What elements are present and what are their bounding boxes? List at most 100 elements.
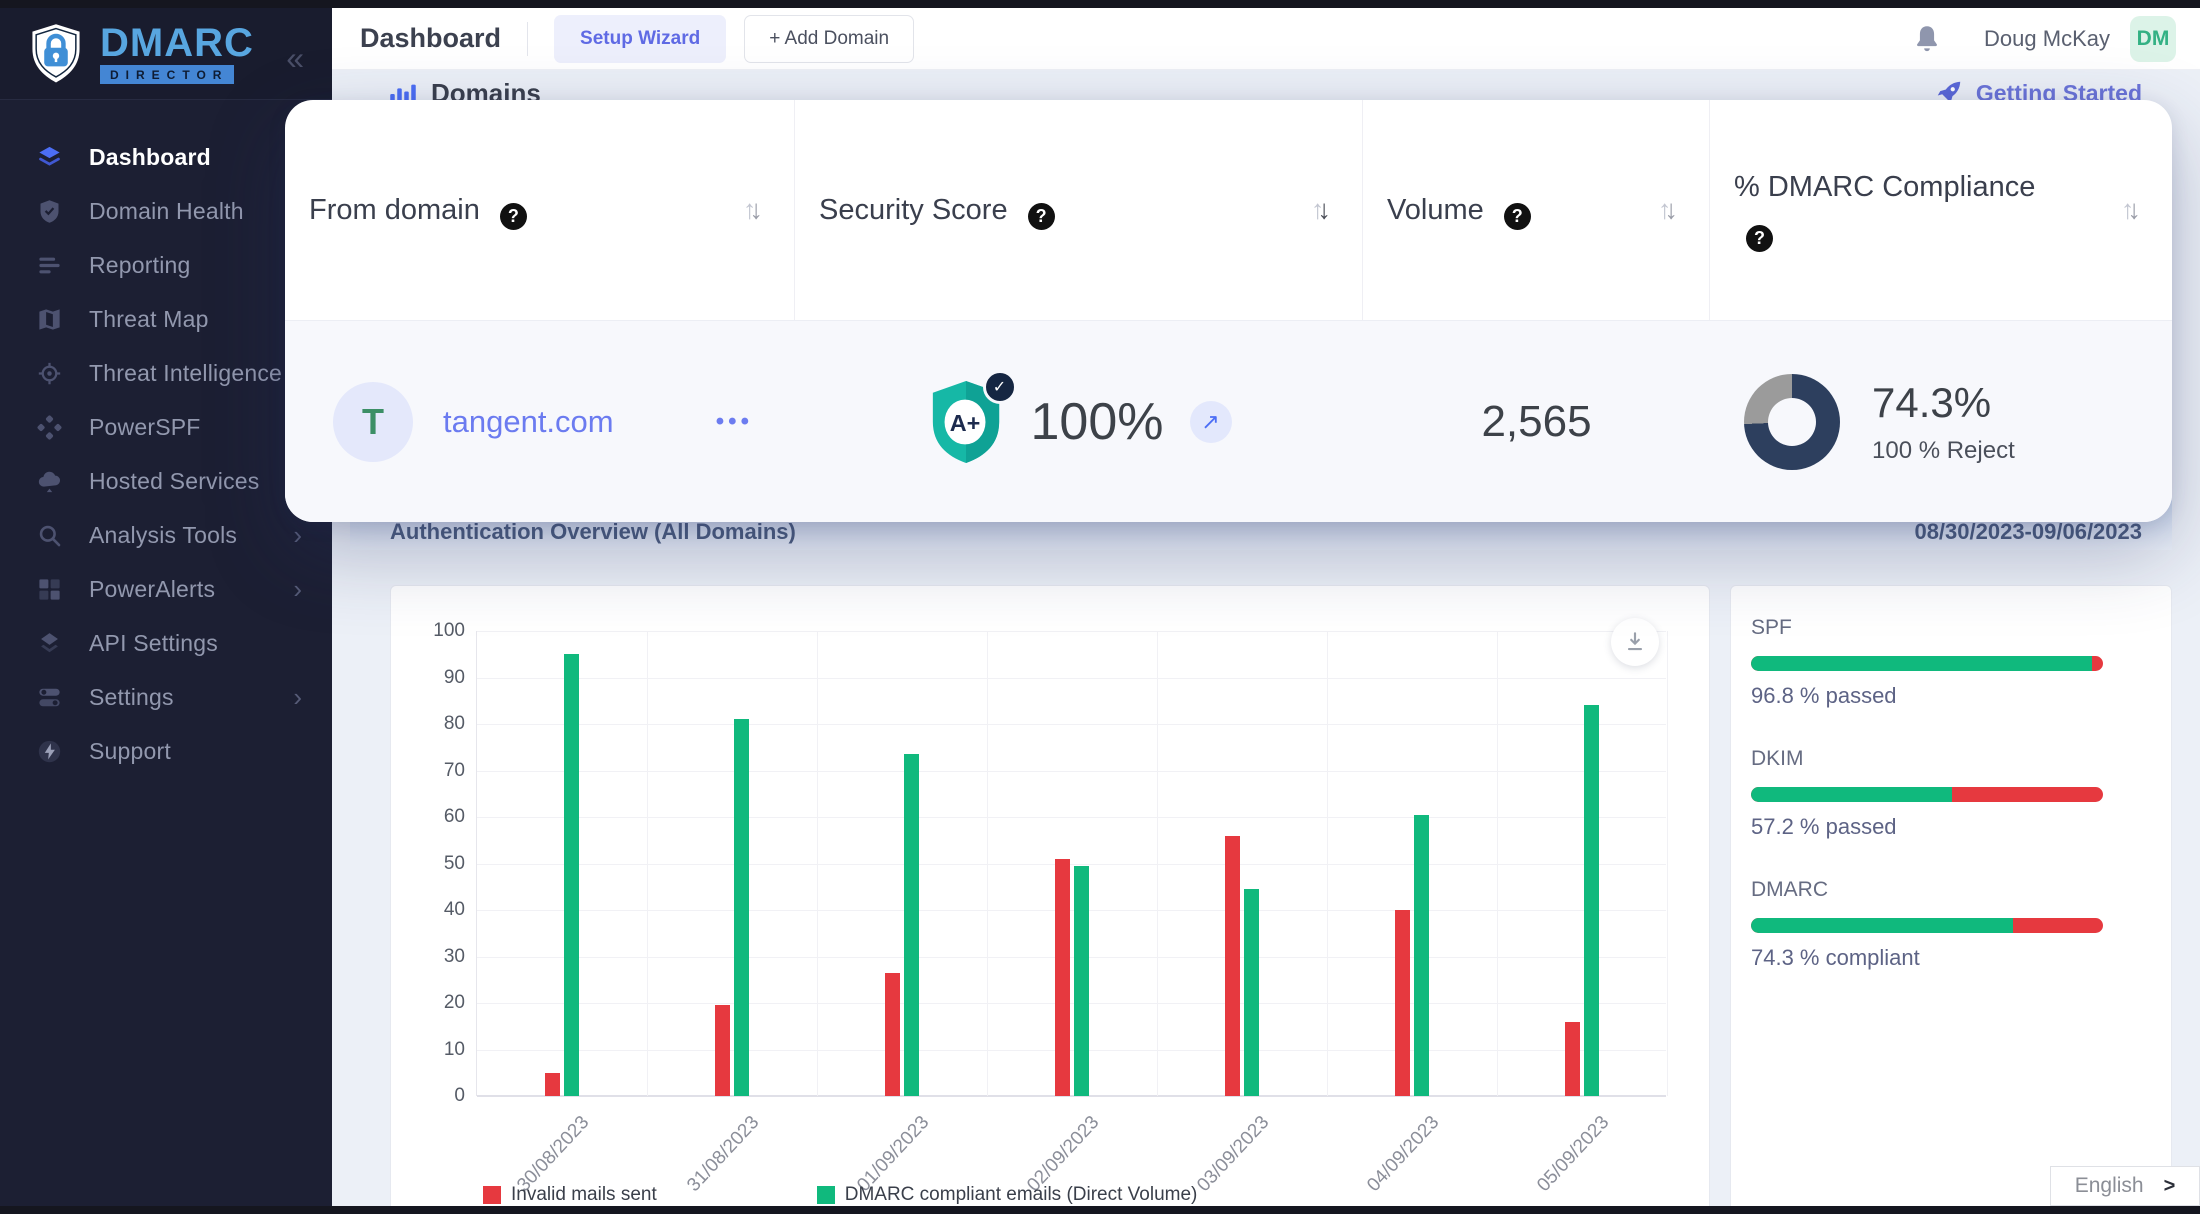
sort-icons[interactable]: ↑↓ (1658, 195, 1671, 226)
shield-check-icon (36, 198, 63, 225)
stat-label: DMARC (1751, 878, 2103, 902)
authentication-overview-title: Authentication Overview (All Domains) (390, 519, 796, 545)
user-avatar[interactable]: DM (2130, 16, 2176, 62)
cloud-icon (36, 468, 63, 495)
x-axis-line (477, 1095, 1666, 1097)
column-label: % DMARC Compliance ? (1734, 165, 2082, 255)
sidebar-nav: DashboardDomain Health Reporting Threat Ma… (0, 100, 332, 778)
domain-link[interactable]: tangent.com (443, 404, 614, 440)
list-icon (36, 252, 63, 279)
sidebar-item-powerspf[interactable]: PowerSPF (0, 400, 332, 454)
stat-bar-dmarc (1751, 918, 2103, 933)
bar-invalid (715, 1005, 730, 1096)
column-header-volume[interactable]: Volume ?↑↓ (1363, 100, 1710, 320)
y-axis-tick: 40 (415, 899, 465, 921)
gridline-v (1327, 631, 1328, 1096)
setup-wizard-button[interactable]: Setup Wizard (554, 15, 726, 63)
bar-compliant (1074, 866, 1089, 1096)
y-axis-tick: 60 (415, 806, 465, 828)
stat-bar-fill (1751, 787, 1952, 802)
user-name[interactable]: Doug McKay (1984, 26, 2110, 52)
bar-compliant (734, 719, 749, 1096)
stat-label: DKIM (1751, 747, 2103, 771)
help-icon[interactable]: ? (1028, 203, 1055, 230)
sort-icons[interactable]: ↑↓ (743, 195, 756, 226)
stat-bar-fill (1751, 918, 2013, 933)
gridline-h (477, 678, 1666, 679)
gridline-v (987, 631, 988, 1096)
sidebar-item-label: Threat Intelligence (89, 360, 282, 387)
legend-item-invalid-mails-sent[interactable]: Invalid mails sent (483, 1184, 657, 1206)
sidebar-item-label: Hosted Services (89, 468, 259, 495)
security-shield-icon: A+ ✓ (927, 378, 1005, 466)
cell-from-domain: T tangent.com ••• (285, 321, 795, 522)
y-axis-tick: 20 (415, 992, 465, 1014)
legend-swatch (483, 1186, 501, 1204)
table-row[interactable]: T tangent.com ••• A+ ✓ 100% ↗ 2,565 74.3… (285, 320, 2172, 522)
chart-download-button[interactable] (1611, 618, 1659, 666)
language-selector[interactable]: English > (2050, 1166, 2200, 1206)
compliance-texts: 74.3% 100 % Reject (1872, 379, 2015, 465)
sort-down-icon: ↓ (2128, 195, 2135, 225)
sidebar-item-support[interactable]: Support (0, 724, 332, 778)
y-axis-tick: 30 (415, 946, 465, 968)
notifications-bell-icon[interactable] (1910, 22, 1944, 56)
cell-security-score: A+ ✓ 100% ↗ (795, 321, 1363, 522)
sidebar-item-domain-health[interactable]: Domain Health (0, 184, 332, 238)
grid-icon (36, 576, 63, 603)
help-icon[interactable]: ? (500, 203, 527, 230)
sidebar-item-reporting[interactable]: Reporting (0, 238, 332, 292)
bar-chart-plot: 010203040506070809010030/08/202331/08/20… (476, 631, 1666, 1096)
row-menu-dots-icon[interactable]: ••• (716, 408, 753, 436)
bar-invalid (1225, 836, 1240, 1096)
window-bottom-edge (0, 1206, 2200, 1214)
stat-bar-fill (1751, 656, 2092, 671)
sort-icons[interactable]: ↑↓ (1311, 195, 1324, 226)
gridline-h (477, 1003, 1666, 1004)
sidebar-item-label: API Settings (89, 630, 218, 657)
sidebar-item-label: Settings (89, 684, 174, 711)
gridline-h (477, 631, 1666, 632)
add-domain-button[interactable]: + Add Domain (744, 15, 914, 63)
sidebar-item-poweralerts[interactable]: PowerAlerts› (0, 562, 332, 616)
score-detail-arrow-button[interactable]: ↗ (1190, 401, 1232, 443)
bolt-icon (36, 738, 63, 765)
stat-bar-spf (1751, 656, 2103, 671)
logo-subtitle: DIRECTOR (100, 65, 234, 84)
sidebar-item-analysis-tools[interactable]: Analysis Tools› (0, 508, 332, 562)
sidebar-item-threat-intelligence[interactable]: Threat Intelligence (0, 346, 332, 400)
y-axis-tick: 10 (415, 1039, 465, 1061)
sidebar-item-label: Reporting (89, 252, 191, 279)
bar-compliant (564, 654, 579, 1096)
sidebar-item-dashboard[interactable]: Dashboard (0, 130, 332, 184)
legend-label: DMARC compliant emails (Direct Volume) (845, 1184, 1198, 1206)
stat-value-text: 96.8 % passed (1751, 683, 2103, 709)
bar-compliant (1414, 815, 1429, 1096)
x-axis-label: 05/09/2023 (1533, 1112, 1614, 1197)
sidebar-item-api-settings[interactable]: API Settings (0, 616, 332, 670)
help-icon[interactable]: ? (1746, 225, 1773, 252)
map-icon (36, 306, 63, 333)
gridline-v (1667, 631, 1668, 1096)
domains-table-card: From domain ?↑↓Security Score ?↑↓Volume … (285, 100, 2172, 522)
sort-down-icon: ↓ (1318, 195, 1325, 225)
column-header-security-score[interactable]: Security Score ?↑↓ (795, 100, 1363, 320)
chevron-right-icon: > (2164, 1175, 2176, 1198)
auth-stats-card: SPF96.8 % passedDKIM57.2 % passedDMARC74… (1730, 585, 2172, 1214)
column-header-from-domain[interactable]: From domain ?↑↓ (285, 100, 795, 320)
sidebar-item-label: PowerAlerts (89, 576, 215, 603)
sidebar-item-settings[interactable]: Settings› (0, 670, 332, 724)
sidebar-item-hosted-services[interactable]: Hosted Services (0, 454, 332, 508)
sidebar-collapse-icon[interactable]: « (286, 42, 304, 74)
chart-legend: Invalid mails sent DMARC compliant emails… (483, 1184, 1197, 1206)
stat-dkim: DKIM57.2 % passed (1751, 747, 2103, 840)
stat-label: SPF (1751, 616, 2103, 640)
legend-item-dmarc-compliant-emails-direct-volume-[interactable]: DMARC compliant emails (Direct Volume) (817, 1184, 1198, 1206)
shield-lock-logo-icon (28, 23, 84, 85)
sort-icons[interactable]: ↑↓ (2121, 195, 2134, 226)
column-header--dmarc-compliance[interactable]: % DMARC Compliance ? ↑↓ (1710, 100, 2172, 320)
help-icon[interactable]: ? (1504, 203, 1531, 230)
logo-title: DMARC (100, 23, 254, 63)
bar-invalid (1395, 910, 1410, 1096)
sidebar-item-threat-map[interactable]: Threat Map (0, 292, 332, 346)
